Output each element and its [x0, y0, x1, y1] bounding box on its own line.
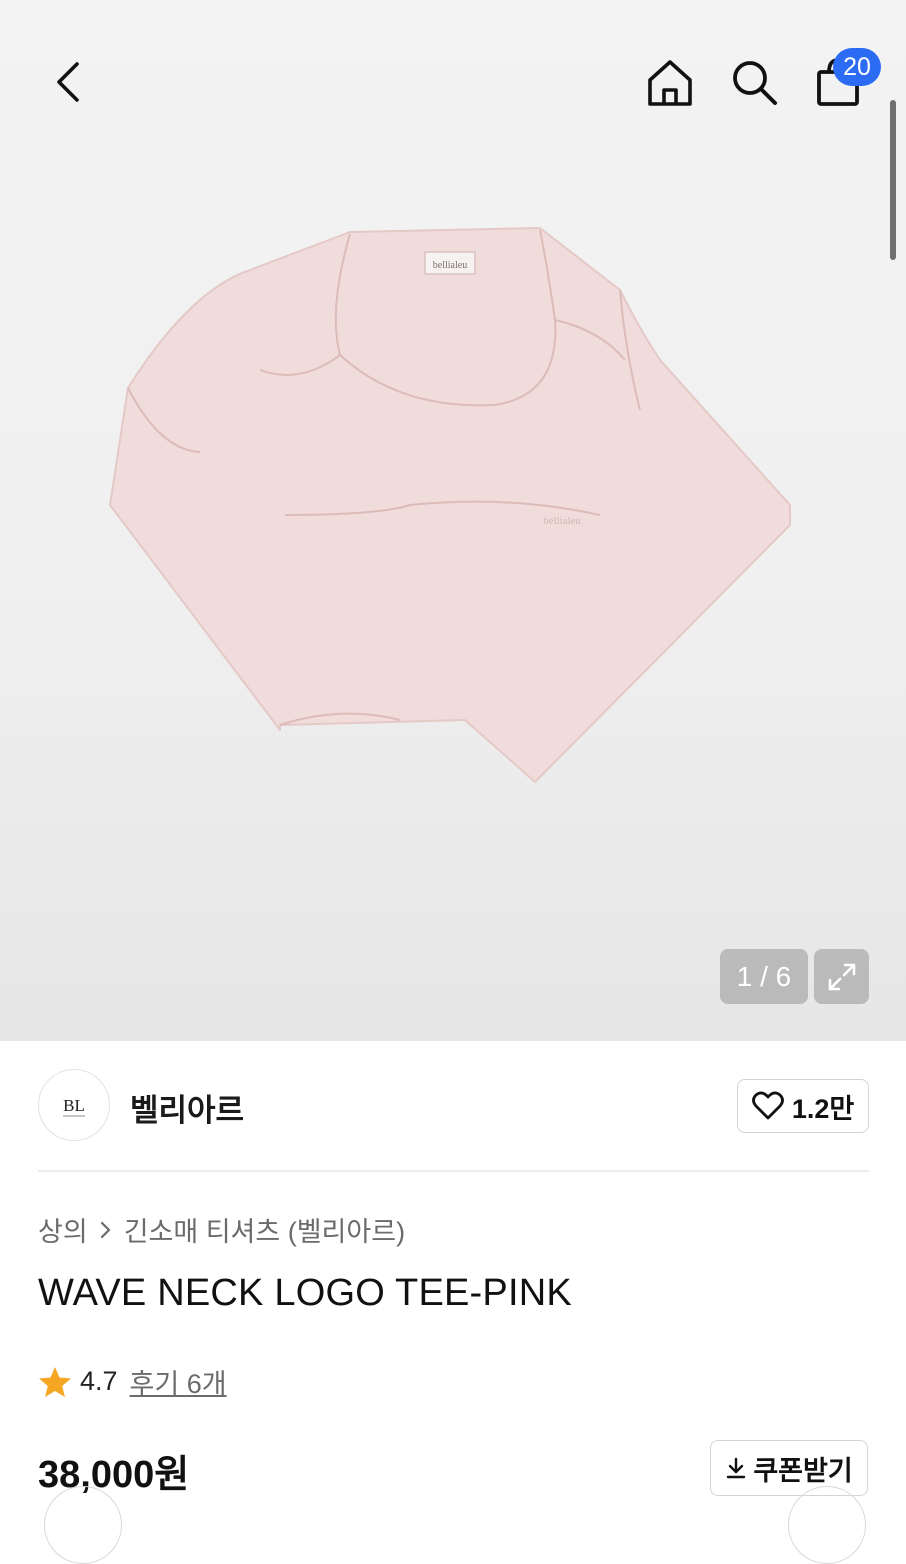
like-count: 1.2만 [791, 1093, 855, 1124]
download-icon [727, 1457, 746, 1479]
neck-tag: bellialeu [433, 260, 467, 271]
expand-button[interactable] [814, 949, 869, 1004]
divider [38, 1170, 869, 1172]
option-circle-right[interactable] [788, 1486, 866, 1564]
home-button[interactable] [640, 52, 700, 112]
product-title: WAVE NECK LOGO TEE-PINK [38, 1272, 572, 1314]
price: 38,000원 [38, 1454, 190, 1496]
coupon-label: 쿠폰받기 [753, 1455, 853, 1486]
rating-value: 4.7 [80, 1366, 118, 1396]
svg-text:BL: BL [63, 1096, 85, 1115]
heart-outline-icon [751, 1091, 784, 1120]
search-button[interactable] [724, 52, 784, 112]
expand-icon [828, 963, 855, 990]
product-image: bellialeu bellialeu [109, 227, 791, 783]
back-button[interactable] [40, 52, 96, 112]
brand-logo[interactable]: BL [38, 1069, 110, 1141]
scrollbar[interactable] [890, 100, 896, 260]
rating-row: 4.7 후기 6개 [38, 1362, 227, 1401]
chest-logo: bellialeu [543, 515, 581, 527]
brand-row: BL 벨리아르 1.2만 [38, 1069, 869, 1143]
chevron-left-icon [57, 62, 79, 102]
breadcrumb-category[interactable]: 상의 [38, 1210, 88, 1249]
brand-logo-mark: BL [63, 1096, 85, 1117]
breadcrumb: 상의 긴소매 티셔츠 (벨리아르) [38, 1210, 405, 1249]
star-icon [39, 1366, 71, 1397]
review-link[interactable]: 후기 6개 [130, 1362, 227, 1401]
cart-count-badge: 20 [833, 48, 881, 86]
option-circle-left[interactable] [44, 1486, 122, 1564]
coupon-button[interactable]: 쿠폰받기 [710, 1440, 868, 1496]
image-counter: 1 / 6 [720, 949, 808, 1004]
home-icon [648, 60, 692, 106]
search-icon [733, 61, 777, 105]
brand-name[interactable]: 벨리아르 [130, 1085, 244, 1130]
chevron-right-icon [100, 1221, 110, 1238]
like-button[interactable]: 1.2만 [737, 1079, 869, 1133]
breadcrumb-subcategory[interactable]: 긴소매 티셔츠 (벨리아르) [124, 1210, 405, 1249]
top-app-bar: 20 [0, 0, 906, 160]
